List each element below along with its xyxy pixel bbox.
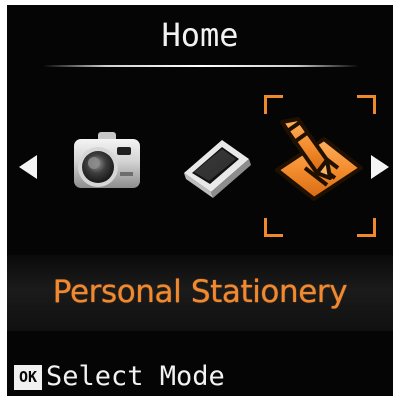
camera-icon[interactable] bbox=[69, 129, 145, 201]
ok-button[interactable]: OK bbox=[14, 365, 42, 390]
page-title: Home bbox=[161, 16, 239, 54]
selection-corner-top-right bbox=[357, 95, 376, 114]
footer-action-text: Select Mode bbox=[46, 361, 225, 392]
selection-corner-top-left bbox=[264, 95, 283, 114]
footer-bar: OK Select Mode bbox=[7, 355, 393, 396]
personal-stationery-icon[interactable] bbox=[269, 115, 369, 215]
left-arrow-icon[interactable] bbox=[19, 155, 37, 179]
selection-corner-bottom-left bbox=[264, 218, 283, 237]
scanner-icon[interactable] bbox=[179, 131, 255, 203]
title-divider bbox=[43, 65, 359, 67]
right-arrow-icon[interactable] bbox=[371, 155, 389, 179]
printer-lcd-screen: Home Personal Stationery OK Select Mode bbox=[7, 5, 393, 396]
selected-mode-label: Personal Stationery bbox=[52, 274, 348, 310]
selection-corner-bottom-right bbox=[357, 218, 376, 237]
